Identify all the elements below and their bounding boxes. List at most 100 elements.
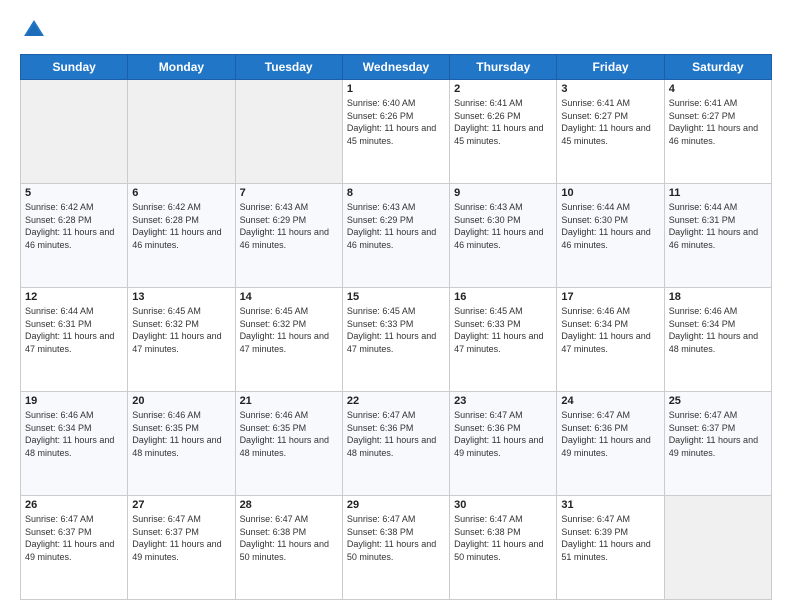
day-cell: 20 Sunrise: 6:46 AMSunset: 6:35 PMDayligh…	[128, 392, 235, 496]
day-info: Sunrise: 6:43 AMSunset: 6:29 PMDaylight:…	[240, 201, 338, 251]
day-cell: 12 Sunrise: 6:44 AMSunset: 6:31 PMDayligh…	[21, 288, 128, 392]
day-number: 9	[454, 187, 552, 199]
day-info: Sunrise: 6:47 AMSunset: 6:37 PMDaylight:…	[132, 513, 230, 563]
day-cell: 25 Sunrise: 6:47 AMSunset: 6:37 PMDayligh…	[664, 392, 771, 496]
day-info: Sunrise: 6:47 AMSunset: 6:38 PMDaylight:…	[240, 513, 338, 563]
day-info: Sunrise: 6:44 AMSunset: 6:31 PMDaylight:…	[669, 201, 767, 251]
day-info: Sunrise: 6:42 AMSunset: 6:28 PMDaylight:…	[25, 201, 123, 251]
day-number: 5	[25, 187, 123, 199]
weekday-header-row: SundayMondayTuesdayWednesdayThursdayFrid…	[21, 55, 772, 80]
day-number: 25	[669, 395, 767, 407]
day-info: Sunrise: 6:45 AMSunset: 6:33 PMDaylight:…	[454, 305, 552, 355]
day-cell: 21 Sunrise: 6:46 AMSunset: 6:35 PMDayligh…	[235, 392, 342, 496]
day-info: Sunrise: 6:46 AMSunset: 6:35 PMDaylight:…	[132, 409, 230, 459]
day-info: Sunrise: 6:41 AMSunset: 6:27 PMDaylight:…	[669, 97, 767, 147]
day-info: Sunrise: 6:43 AMSunset: 6:30 PMDaylight:…	[454, 201, 552, 251]
day-number: 21	[240, 395, 338, 407]
day-info: Sunrise: 6:47 AMSunset: 6:37 PMDaylight:…	[25, 513, 123, 563]
week-row-4: 19 Sunrise: 6:46 AMSunset: 6:34 PMDayligh…	[21, 392, 772, 496]
day-info: Sunrise: 6:47 AMSunset: 6:36 PMDaylight:…	[454, 409, 552, 459]
day-cell: 13 Sunrise: 6:45 AMSunset: 6:32 PMDayligh…	[128, 288, 235, 392]
day-info: Sunrise: 6:45 AMSunset: 6:32 PMDaylight:…	[132, 305, 230, 355]
day-info: Sunrise: 6:46 AMSunset: 6:34 PMDaylight:…	[25, 409, 123, 459]
day-number: 7	[240, 187, 338, 199]
day-number: 17	[561, 291, 659, 303]
weekday-header-thursday: Thursday	[450, 55, 557, 80]
weekday-header-monday: Monday	[128, 55, 235, 80]
day-cell: 28 Sunrise: 6:47 AMSunset: 6:38 PMDayligh…	[235, 496, 342, 600]
day-cell	[235, 80, 342, 184]
day-info: Sunrise: 6:44 AMSunset: 6:30 PMDaylight:…	[561, 201, 659, 251]
day-number: 28	[240, 499, 338, 511]
day-cell: 22Sunrise: 6:47 AMSunset: 6:36 PMDayligh…	[342, 392, 449, 496]
day-cell: 7 Sunrise: 6:43 AMSunset: 6:29 PMDaylight…	[235, 184, 342, 288]
week-row-5: 26 Sunrise: 6:47 AMSunset: 6:37 PMDayligh…	[21, 496, 772, 600]
day-number: 19	[25, 395, 123, 407]
day-cell: 10 Sunrise: 6:44 AMSunset: 6:30 PMDayligh…	[557, 184, 664, 288]
day-info: Sunrise: 6:42 AMSunset: 6:28 PMDaylight:…	[132, 201, 230, 251]
day-cell: 23 Sunrise: 6:47 AMSunset: 6:36 PMDayligh…	[450, 392, 557, 496]
day-info: Sunrise: 6:47 AMSunset: 6:36 PMDaylight:…	[561, 409, 659, 459]
day-number: 2	[454, 83, 552, 95]
day-number: 12	[25, 291, 123, 303]
day-cell: 5 Sunrise: 6:42 AMSunset: 6:28 PMDaylight…	[21, 184, 128, 288]
day-info: Sunrise: 6:45 AMSunset: 6:32 PMDaylight:…	[240, 305, 338, 355]
logo-icon	[20, 16, 48, 44]
weekday-header-sunday: Sunday	[21, 55, 128, 80]
day-info: Sunrise: 6:41 AMSunset: 6:26 PMDaylight:…	[454, 97, 552, 147]
page: SundayMondayTuesdayWednesdayThursdayFrid…	[0, 0, 792, 612]
day-cell: 1Sunrise: 6:40 AMSunset: 6:26 PMDaylight…	[342, 80, 449, 184]
day-number: 26	[25, 499, 123, 511]
day-info: Sunrise: 6:46 AMSunset: 6:34 PMDaylight:…	[561, 305, 659, 355]
day-cell: 16 Sunrise: 6:45 AMSunset: 6:33 PMDayligh…	[450, 288, 557, 392]
day-number: 20	[132, 395, 230, 407]
day-cell: 17 Sunrise: 6:46 AMSunset: 6:34 PMDayligh…	[557, 288, 664, 392]
weekday-header-tuesday: Tuesday	[235, 55, 342, 80]
day-number: 27	[132, 499, 230, 511]
day-cell: 4 Sunrise: 6:41 AMSunset: 6:27 PMDaylight…	[664, 80, 771, 184]
day-number: 16	[454, 291, 552, 303]
week-row-2: 5 Sunrise: 6:42 AMSunset: 6:28 PMDaylight…	[21, 184, 772, 288]
day-cell: 2 Sunrise: 6:41 AMSunset: 6:26 PMDaylight…	[450, 80, 557, 184]
calendar-table: SundayMondayTuesdayWednesdayThursdayFrid…	[20, 54, 772, 600]
day-cell: 30 Sunrise: 6:47 AMSunset: 6:38 PMDayligh…	[450, 496, 557, 600]
day-info: Sunrise: 6:44 AMSunset: 6:31 PMDaylight:…	[25, 305, 123, 355]
day-number: 4	[669, 83, 767, 95]
day-cell: 26 Sunrise: 6:47 AMSunset: 6:37 PMDayligh…	[21, 496, 128, 600]
day-number: 18	[669, 291, 767, 303]
day-number: 31	[561, 499, 659, 511]
day-info: Sunrise: 6:43 AMSunset: 6:29 PMDaylight:…	[347, 201, 445, 251]
day-number: 11	[669, 187, 767, 199]
logo	[20, 16, 52, 44]
day-number: 13	[132, 291, 230, 303]
week-row-1: 1Sunrise: 6:40 AMSunset: 6:26 PMDaylight…	[21, 80, 772, 184]
day-cell: 31Sunrise: 6:47 AMSunset: 6:39 PMDayligh…	[557, 496, 664, 600]
day-cell: 18 Sunrise: 6:46 AMSunset: 6:34 PMDayligh…	[664, 288, 771, 392]
week-row-3: 12 Sunrise: 6:44 AMSunset: 6:31 PMDayligh…	[21, 288, 772, 392]
day-number: 6	[132, 187, 230, 199]
header	[20, 16, 772, 44]
day-info: Sunrise: 6:47 AMSunset: 6:38 PMDaylight:…	[454, 513, 552, 563]
day-number: 23	[454, 395, 552, 407]
day-cell: 8Sunrise: 6:43 AMSunset: 6:29 PMDaylight…	[342, 184, 449, 288]
day-cell: 19 Sunrise: 6:46 AMSunset: 6:34 PMDayligh…	[21, 392, 128, 496]
day-info: Sunrise: 6:46 AMSunset: 6:34 PMDaylight:…	[669, 305, 767, 355]
day-cell: 11 Sunrise: 6:44 AMSunset: 6:31 PMDayligh…	[664, 184, 771, 288]
day-info: Sunrise: 6:47 AMSunset: 6:37 PMDaylight:…	[669, 409, 767, 459]
day-cell	[128, 80, 235, 184]
day-number: 10	[561, 187, 659, 199]
day-number: 3	[561, 83, 659, 95]
day-cell: 6 Sunrise: 6:42 AMSunset: 6:28 PMDaylight…	[128, 184, 235, 288]
day-info: Sunrise: 6:46 AMSunset: 6:35 PMDaylight:…	[240, 409, 338, 459]
day-info: Sunrise: 6:41 AMSunset: 6:27 PMDaylight:…	[561, 97, 659, 147]
day-number: 30	[454, 499, 552, 511]
day-info: Sunrise: 6:45 AMSunset: 6:33 PMDaylight:…	[347, 305, 445, 355]
day-number: 24	[561, 395, 659, 407]
day-cell: 15Sunrise: 6:45 AMSunset: 6:33 PMDayligh…	[342, 288, 449, 392]
day-number: 22	[347, 395, 445, 407]
day-cell: 9 Sunrise: 6:43 AMSunset: 6:30 PMDaylight…	[450, 184, 557, 288]
day-cell: 24 Sunrise: 6:47 AMSunset: 6:36 PMDayligh…	[557, 392, 664, 496]
day-info: Sunrise: 6:47 AMSunset: 6:38 PMDaylight:…	[347, 513, 445, 563]
day-cell: 27 Sunrise: 6:47 AMSunset: 6:37 PMDayligh…	[128, 496, 235, 600]
day-cell	[664, 496, 771, 600]
